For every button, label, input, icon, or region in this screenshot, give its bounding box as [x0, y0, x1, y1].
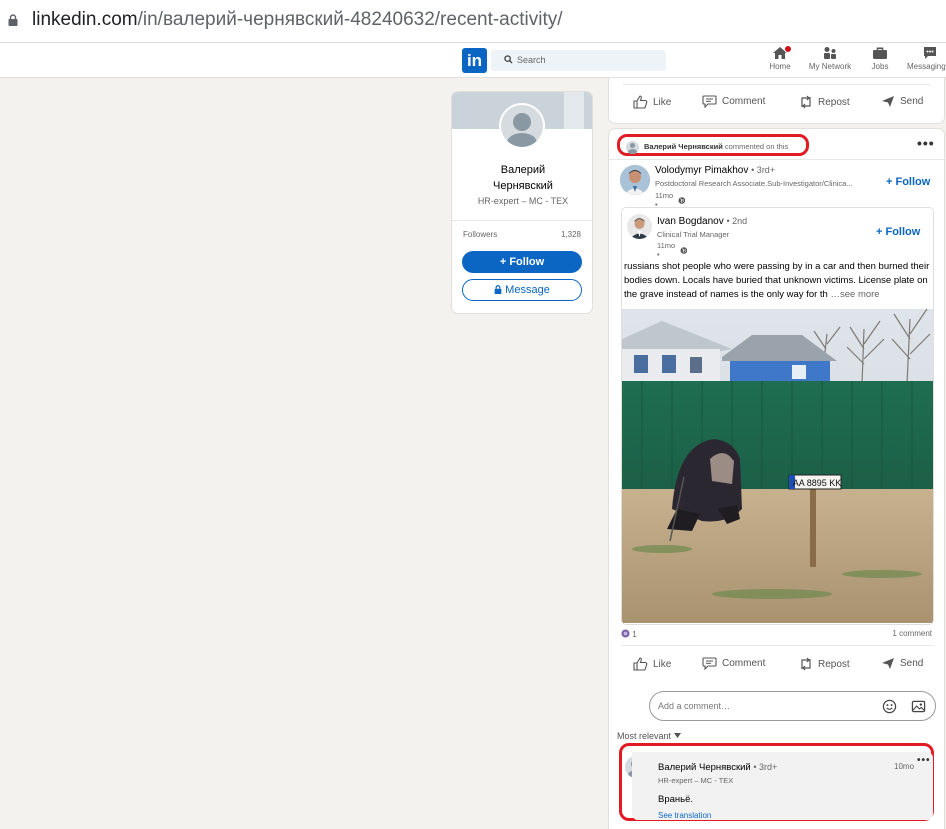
notification-badge [784, 45, 792, 53]
linkedin-navbar: in Search Home My Network Jobs Messaging [0, 43, 946, 78]
lock-icon [494, 285, 502, 294]
commenter-name[interactable]: Валерий Чернявский • 3rd+ [658, 762, 777, 773]
profile-name[interactable]: Валерий Чернявский [452, 162, 592, 194]
profile-card: Валерий Чернявский HR-expert – MC - TEX … [451, 91, 593, 314]
like-button[interactable]: Like [633, 95, 671, 109]
search-icon [504, 55, 513, 64]
search-placeholder: Search [517, 55, 546, 65]
briefcase-icon [873, 47, 887, 59]
see-translation-link[interactable]: See translation [658, 811, 711, 820]
highlighted-comment: Валерий Чернявский • 3rd+ HR-expert – MC… [619, 743, 934, 821]
follow-button[interactable]: + Follow [462, 251, 582, 273]
comments-count[interactable]: 1 comment [892, 629, 932, 638]
repost-button[interactable]: Repost [799, 657, 850, 671]
license-plate-text: AA 8895 KK [793, 478, 842, 488]
search-box[interactable]: Search [491, 50, 666, 71]
comment-text: Враньё. [658, 794, 694, 805]
post-photo[interactable]: AA 8895 KK [622, 309, 934, 623]
actor-name[interactable]: Валерий Чернявский [644, 142, 723, 151]
image-icon[interactable] [911, 699, 926, 714]
inner-follow-button[interactable]: + Follow [876, 226, 920, 238]
post-actions: Like Comment Repost Send [609, 657, 944, 677]
nav-jobs[interactable]: Jobs [866, 46, 894, 71]
commenter-headline: HR-expert – MC - TEX [658, 776, 734, 785]
activity-header: Валерий Чернявский commented on this [644, 142, 789, 151]
outer-follow-button[interactable]: + Follow [886, 176, 930, 188]
divider [452, 220, 592, 221]
network-icon [824, 47, 836, 59]
globe-icon [680, 246, 687, 254]
send-button[interactable]: Send [881, 657, 923, 670]
inner-author-subtitle: Clinical Trial Manager [657, 230, 730, 239]
inner-post-time: 11mo • [657, 241, 687, 259]
comment-time: 10mo [894, 762, 915, 771]
add-comment-placeholder: Add a comment… [658, 701, 731, 711]
followers-count: 1,328 [560, 230, 581, 239]
see-more-link[interactable]: …see more [830, 289, 879, 300]
repost-icon [801, 657, 811, 671]
like-icon [633, 657, 648, 671]
profile-headline: HR-expert – MC - TEX [477, 196, 569, 206]
caret-down-icon [673, 733, 681, 738]
reaction-count[interactable]: 1 [621, 629, 637, 639]
reaction-icon [621, 629, 630, 638]
send-icon [882, 96, 894, 107]
nav-home[interactable]: Home [764, 45, 796, 71]
comment-button[interactable]: Comment [702, 657, 765, 670]
comment-button[interactable]: Comment [702, 95, 765, 108]
comment-menu-icon[interactable]: ••• [917, 755, 931, 766]
nav-messaging[interactable]: Messaging [907, 46, 946, 71]
profile-avatar[interactable] [499, 103, 545, 149]
messaging-icon [924, 47, 936, 59]
previous-post-card: Like Comment Repost Send [608, 78, 945, 124]
actor-avatar[interactable] [626, 141, 639, 154]
post-menu-icon[interactable]: ••• [917, 135, 935, 151]
send-button[interactable]: Send [881, 95, 923, 108]
comment-icon [702, 95, 717, 108]
linkedin-logo[interactable]: in [462, 48, 487, 73]
repost-icon [801, 95, 811, 109]
message-button[interactable]: Message [462, 279, 582, 301]
outer-author-subtitle: Postdoctoral Research Associate.Sub-Inve… [655, 179, 853, 188]
comment-icon [702, 657, 717, 670]
nav-my-network[interactable]: My Network [805, 46, 855, 71]
previous-post-actions: Like Comment Repost Send [609, 95, 944, 115]
lock-icon [8, 14, 18, 26]
outer-author-avatar[interactable] [620, 165, 650, 195]
browser-address-bar[interactable]: linkedin.com/in/валерий-чернявский-48240… [0, 0, 946, 43]
reshared-post[interactable]: Ivan Bogdanov • 2nd Clinical Trial Manag… [621, 207, 934, 625]
add-comment-input[interactable]: Add a comment… [649, 691, 936, 721]
like-icon [633, 95, 648, 109]
like-button[interactable]: Like [633, 657, 671, 671]
inner-author-name[interactable]: Ivan Bogdanov • 2nd [657, 216, 747, 227]
send-icon [882, 658, 894, 669]
sort-comments-dropdown[interactable]: Most relevant [617, 731, 681, 741]
followers-label: Followers [463, 230, 498, 239]
post-text: russians shot people who were passing by… [624, 261, 930, 300]
inner-author-avatar[interactable] [627, 214, 652, 239]
url-text: linkedin.com/in/валерий-чернявский-48240… [32, 9, 563, 30]
activity-post-card: Валерий Чернявский commented on this •••… [608, 128, 946, 829]
commented-header-highlight: Валерий Чернявский commented on this [617, 134, 809, 156]
emoji-icon[interactable] [882, 699, 897, 714]
globe-icon [678, 196, 685, 204]
outer-author-name[interactable]: Volodymyr Pimakhov • 3rd+ [655, 165, 775, 176]
repost-button[interactable]: Repost [799, 95, 850, 109]
